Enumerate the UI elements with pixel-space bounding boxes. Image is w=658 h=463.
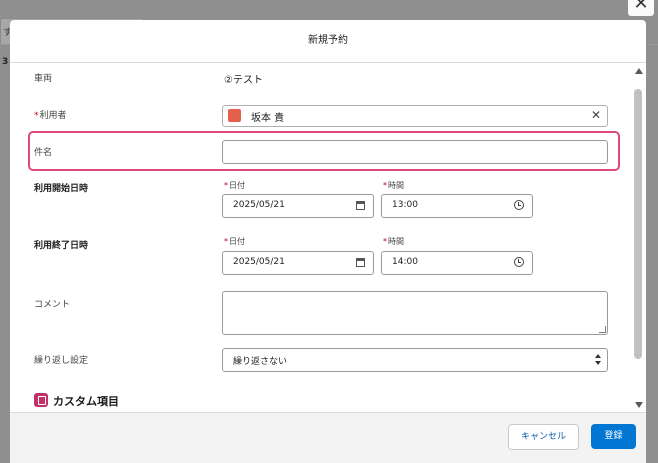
comment-textarea[interactable] bbox=[222, 291, 608, 335]
user-label: *利用者 bbox=[34, 108, 67, 121]
subject-label: 件名 bbox=[34, 148, 53, 158]
updown-arrows-icon bbox=[595, 354, 601, 366]
resize-grip-icon[interactable] bbox=[599, 326, 606, 333]
scroll-thumb[interactable] bbox=[634, 89, 642, 359]
end-date-input[interactable]: 2025/05/21 bbox=[222, 251, 374, 275]
new-reservation-modal: 新規予約 車両 ②テスト *利用者 坂本 貴 ✕ 件名 利用開始日時 *日付 *… bbox=[10, 20, 646, 463]
start-time-label-text: 時間 bbox=[388, 181, 404, 190]
user-lookup-field[interactable]: 坂本 貴 ✕ bbox=[222, 105, 608, 127]
cancel-button[interactable]: キャンセル bbox=[508, 424, 579, 450]
user-avatar-icon bbox=[228, 109, 241, 122]
modal-title: 新規予約 bbox=[10, 20, 646, 63]
clock-icon[interactable] bbox=[514, 257, 524, 267]
start-time-value: 13:00 bbox=[392, 200, 418, 210]
modal-body: 車両 ②テスト *利用者 坂本 貴 ✕ 件名 利用開始日時 *日付 *時間 20… bbox=[10, 63, 646, 412]
background-row-label: 3 bbox=[2, 57, 9, 67]
user-label-text: 利用者 bbox=[39, 111, 67, 121]
end-date-label-text: 日付 bbox=[229, 237, 245, 246]
start-date-value: 2025/05/21 bbox=[233, 200, 285, 210]
save-button[interactable]: 登録 bbox=[591, 424, 636, 449]
required-mark: * bbox=[383, 181, 387, 190]
end-time-label-text: 時間 bbox=[388, 237, 404, 246]
required-mark: * bbox=[224, 181, 228, 190]
required-mark: * bbox=[224, 237, 228, 246]
user-name: 坂本 貴 bbox=[251, 113, 285, 124]
required-mark: * bbox=[34, 111, 39, 121]
comment-label: コメント bbox=[34, 300, 71, 310]
clear-user-icon[interactable]: ✕ bbox=[591, 108, 601, 122]
end-datetime-label: 利用終了日時 bbox=[34, 241, 89, 251]
scroll-up-icon[interactable] bbox=[635, 68, 643, 74]
end-time-value: 14:00 bbox=[392, 257, 418, 267]
scroll-down-icon[interactable] bbox=[635, 402, 643, 408]
required-mark: * bbox=[383, 237, 387, 246]
start-time-label: *時間 bbox=[383, 180, 404, 191]
end-date-value: 2025/05/21 bbox=[233, 257, 285, 267]
vehicle-value: ②テスト bbox=[224, 75, 263, 86]
start-date-label: *日付 bbox=[224, 180, 245, 191]
calendar-icon[interactable] bbox=[356, 258, 365, 267]
end-time-label: *時間 bbox=[383, 236, 404, 247]
section-title: カスタム項目 bbox=[53, 395, 119, 408]
close-icon[interactable]: ✕ bbox=[628, 0, 654, 16]
start-datetime-label: 利用開始日時 bbox=[34, 184, 89, 194]
calendar-icon[interactable] bbox=[356, 201, 365, 210]
repeat-label: 繰り返し設定 bbox=[34, 356, 89, 366]
start-date-input[interactable]: 2025/05/21 bbox=[222, 194, 374, 218]
repeat-selected-value: 繰り返さない bbox=[233, 357, 288, 367]
end-time-input[interactable]: 14:00 bbox=[381, 251, 533, 275]
end-date-label: *日付 bbox=[224, 236, 245, 247]
clock-icon[interactable] bbox=[514, 200, 524, 210]
vehicle-label: 車両 bbox=[34, 74, 53, 84]
start-time-input[interactable]: 13:00 bbox=[381, 194, 533, 218]
start-date-label-text: 日付 bbox=[229, 181, 245, 190]
repeat-select[interactable]: 繰り返さない bbox=[222, 348, 608, 372]
custom-items-icon bbox=[34, 393, 48, 407]
subject-input[interactable] bbox=[222, 140, 608, 164]
modal-footer: キャンセル 登録 bbox=[10, 412, 646, 463]
modal-scrollbar[interactable] bbox=[632, 63, 646, 412]
